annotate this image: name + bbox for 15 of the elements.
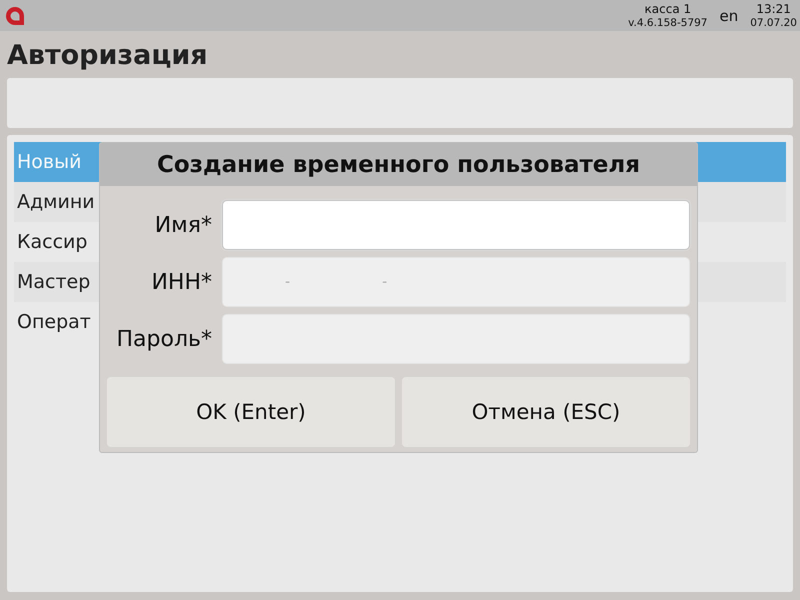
input-field[interactable]	[222, 200, 690, 250]
field-label: ИНН*	[150, 270, 212, 294]
language-button[interactable]: en	[719, 6, 738, 24]
page-title: Авторизация	[6, 39, 209, 73]
field-label: Имя*	[154, 212, 212, 238]
field-label: Пароль*	[116, 326, 212, 352]
dialog-button[interactable]: Отмена (ESC)	[402, 377, 690, 447]
input-field[interactable]	[222, 314, 690, 364]
logo-icon	[4, 4, 26, 26]
dialog-button[interactable]: OK (Enter)	[107, 377, 395, 447]
version-text: v.4.6.158-5797	[628, 16, 708, 30]
clock-time: 13:21	[756, 2, 791, 16]
clock-date: 07.07.20	[750, 16, 797, 30]
dialog-title: Создание временного пользователя	[100, 143, 697, 186]
register-name: касса 1	[644, 2, 692, 16]
